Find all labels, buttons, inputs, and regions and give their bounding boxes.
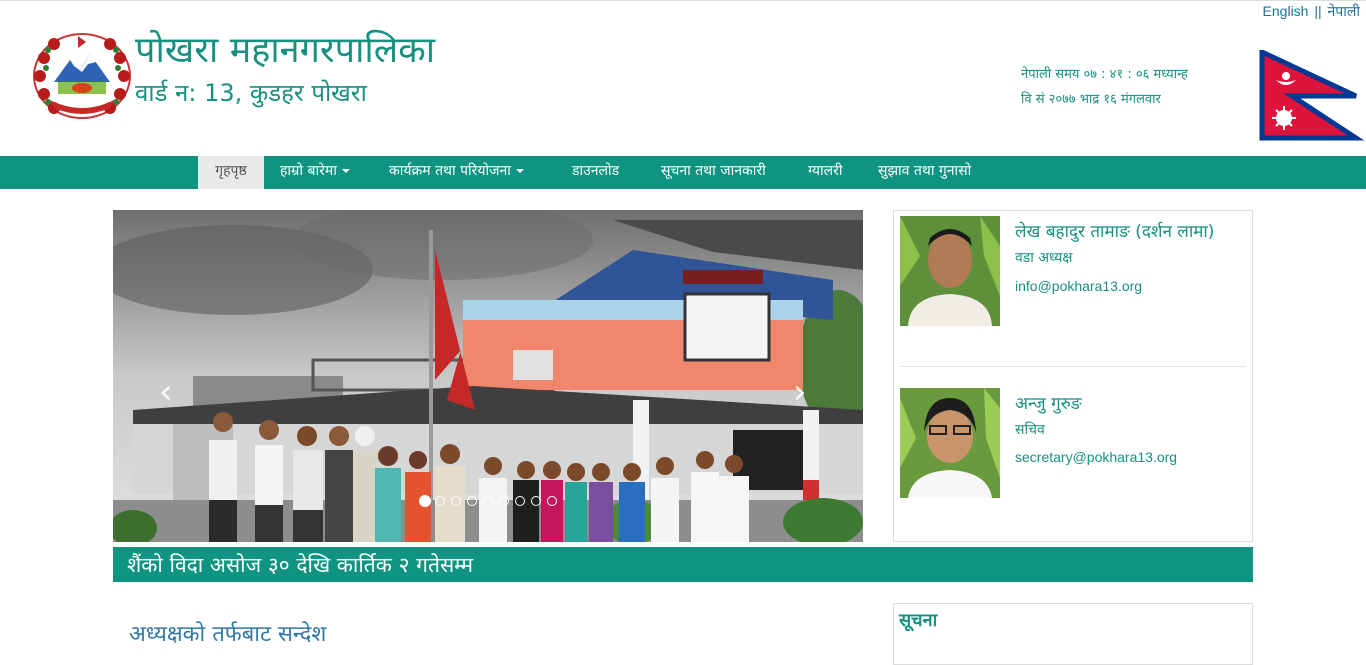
language-switcher: English || नेपाली xyxy=(1263,2,1360,21)
secretary-name: अन्जु गुरुङ xyxy=(1015,394,1082,414)
nav-home[interactable]: गृहपृष्ठ xyxy=(198,156,264,189)
nav-suggestions[interactable]: सुझाव तथा गुनासो xyxy=(878,156,971,189)
officials-panel: लेख बहादुर तामाङ (दर्शन लामा) वडा अध्यक्… xyxy=(893,210,1253,542)
ticker-text: शैंको विदा असोज ३० देखि कार्तिक २ गतेसम्… xyxy=(127,553,473,577)
carousel-prev-button[interactable]: ‹ xyxy=(159,372,173,412)
chevron-right-icon: › xyxy=(793,372,807,412)
notice-title: सूचना xyxy=(899,610,938,631)
carousel-indicator[interactable] xyxy=(499,496,509,506)
nav-suggestions-label: सुझाव तथा गुनासो xyxy=(878,163,972,179)
divider xyxy=(900,366,1246,367)
carousel-indicator[interactable] xyxy=(467,496,477,506)
carousel-indicator[interactable] xyxy=(435,496,445,506)
carousel-photo-ward-office xyxy=(113,210,863,542)
chevron-down-icon xyxy=(515,169,524,173)
secretary-photo xyxy=(900,388,1000,498)
nav-programs-label: कार्यक्रम तथा परियोजना xyxy=(389,163,511,179)
lang-english-link[interactable]: English xyxy=(1263,3,1309,19)
nepal-flag-icon xyxy=(1259,50,1365,141)
news-ticker: शैंको विदा असोज ३० देखि कार्तिक २ गतेसम्… xyxy=(113,547,1253,582)
top-border xyxy=(0,0,1366,1)
nav-download[interactable]: डाउनलोड xyxy=(572,156,619,189)
nav-gallery-label: ग्यालरी xyxy=(808,163,843,179)
lang-nepali-link[interactable]: नेपाली xyxy=(1328,3,1360,19)
chairperson-role: वडा अध्यक्ष xyxy=(1015,250,1073,266)
site-subtitle: वार्ड न: 13, कुडहर पोखरा xyxy=(135,79,367,107)
nav-about-us-label: हाम्रो बारेमा xyxy=(280,163,337,179)
lang-separator: || xyxy=(1314,3,1322,19)
chairperson-name: लेख बहादुर तामाङ (दर्शन लामा) xyxy=(1015,222,1215,242)
nav-download-label: डाउनलोड xyxy=(572,163,620,179)
nav-notices-info[interactable]: सूचना तथा जानकारी xyxy=(661,156,766,189)
nepali-time: नेपाली समय ०७ : ४१ : ०६ मध्यान्ह xyxy=(1021,67,1188,82)
carousel-indicator[interactable] xyxy=(547,496,557,506)
secretary-role: सचिव xyxy=(1015,422,1045,438)
carousel-indicator[interactable] xyxy=(419,495,431,507)
carousel-indicator[interactable] xyxy=(451,496,461,506)
chevron-left-icon: ‹ xyxy=(159,372,173,412)
message-heading: अध्यक्षको तर्फबाट सन्देश xyxy=(129,622,327,647)
carousel-indicator[interactable] xyxy=(515,496,525,506)
chairperson-photo xyxy=(900,216,1000,326)
notice-panel: सूचना xyxy=(893,603,1253,665)
main-navigation: गृहपृष्ठ हाम्रो बारेमा कार्यक्रम तथा परि… xyxy=(0,156,1366,189)
chevron-down-icon xyxy=(341,169,350,173)
carousel-indicator[interactable] xyxy=(483,496,493,506)
nav-gallery[interactable]: ग्यालरी xyxy=(808,156,843,189)
carousel-indicator[interactable] xyxy=(531,496,541,506)
secretary-email[interactable]: secretary@pokhara13.org xyxy=(1015,449,1177,465)
municipality-logo[interactable] xyxy=(30,30,134,122)
nav-home-label: गृहपृष्ठ xyxy=(215,163,247,179)
nav-notices-label: सूचना तथा जानकारी xyxy=(661,163,766,179)
chairperson-email[interactable]: info@pokhara13.org xyxy=(1015,278,1142,294)
nepali-date: वि सं २०७७ भाद्र १६ मंगलवार xyxy=(1021,92,1161,107)
site-title: पोखरा महानगरपालिका xyxy=(135,30,436,71)
image-carousel[interactable]: ‹ › xyxy=(113,210,863,542)
carousel-next-button[interactable]: › xyxy=(793,372,807,412)
nav-about-us[interactable]: हाम्रो बारेमा xyxy=(280,156,350,189)
nav-programs-projects[interactable]: कार्यक्रम तथा परियोजना xyxy=(389,156,524,189)
